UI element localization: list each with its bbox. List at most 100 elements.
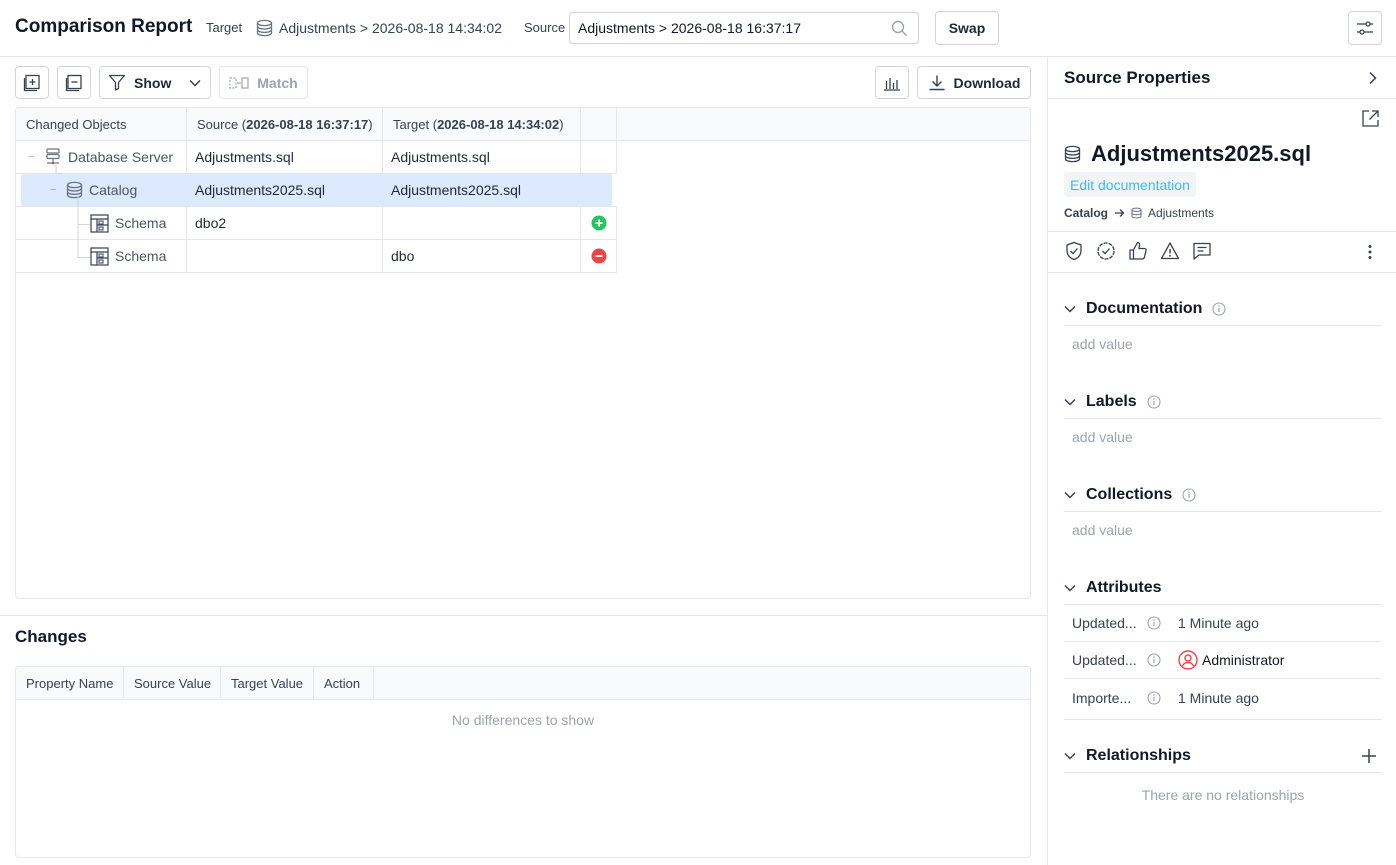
attribute-value-text: Administrator bbox=[1202, 652, 1285, 668]
search-icon[interactable] bbox=[891, 20, 908, 37]
info-icon[interactable] bbox=[1147, 394, 1161, 409]
column-status bbox=[581, 108, 617, 141]
labels-section: Labels add value bbox=[1064, 385, 1382, 445]
documentation-title: Documentation bbox=[1086, 299, 1203, 317]
column-source-value[interactable]: Source Value bbox=[124, 667, 221, 700]
swap-button[interactable]: Swap bbox=[935, 11, 999, 45]
database-icon bbox=[256, 19, 273, 37]
breadcrumb: Catalog Adjustments bbox=[1064, 206, 1214, 220]
breadcrumb-child[interactable]: Adjustments bbox=[1148, 206, 1214, 220]
chevron-down-icon bbox=[1064, 305, 1076, 313]
warning-icon[interactable] bbox=[1160, 241, 1180, 261]
target-value: Adjustments > 2026-08-18 14:34:02 bbox=[279, 20, 502, 36]
source-value: Adjustments > 2026-08-18 16:37:17 bbox=[578, 20, 801, 36]
column-property-name[interactable]: Property Name bbox=[16, 667, 124, 700]
add-value-placeholder[interactable]: add value bbox=[1064, 419, 1382, 445]
target-cell bbox=[383, 207, 581, 239]
target-selector[interactable]: Adjustments > 2026-08-18 14:34:02 bbox=[256, 18, 502, 38]
attributes-section: Attributes Updated... 1 Minute ago Updat… bbox=[1064, 571, 1382, 716]
info-icon[interactable] bbox=[1147, 690, 1161, 705]
attribute-row: Updated... Administrator bbox=[1064, 642, 1382, 679]
changes-header: Property Name Source Value Target Value … bbox=[16, 667, 1030, 700]
top-bar: Comparison Report Target Adjustments > 2… bbox=[0, 0, 1396, 57]
collapse-all-button[interactable] bbox=[57, 66, 91, 99]
add-plus-icon[interactable] bbox=[1362, 748, 1376, 763]
filter-icon bbox=[108, 74, 126, 91]
changed-objects-table: Changed Objects Source (2026-08-18 16:37… bbox=[15, 107, 1031, 599]
attribute-row: Updated... 1 Minute ago bbox=[1064, 605, 1382, 642]
labels-header[interactable]: Labels bbox=[1064, 385, 1382, 419]
chevron-down-icon bbox=[1064, 398, 1076, 406]
source-input[interactable]: Adjustments > 2026-08-18 16:37:17 bbox=[569, 12, 919, 44]
documentation-header[interactable]: Documentation bbox=[1064, 292, 1382, 326]
column-source[interactable]: Source (2026-08-18 16:37:17) bbox=[187, 108, 383, 141]
chevron-down-icon bbox=[1064, 491, 1076, 499]
expand-all-icon bbox=[23, 74, 41, 92]
collections-section: Collections add value bbox=[1064, 478, 1382, 538]
column-changed-objects[interactable]: Changed Objects bbox=[16, 108, 187, 141]
comment-icon[interactable] bbox=[1192, 241, 1212, 261]
info-icon[interactable] bbox=[1147, 653, 1161, 667]
column-target[interactable]: Target (2026-08-18 14:34:02) bbox=[383, 108, 581, 141]
info-icon[interactable] bbox=[1182, 487, 1196, 502]
relationships-header[interactable]: Relationships bbox=[1064, 739, 1382, 773]
documentation-section: Documentation add value bbox=[1064, 292, 1382, 352]
table-row[interactable]: Schema dbo bbox=[16, 240, 617, 273]
divider bbox=[1064, 719, 1382, 720]
info-icon[interactable] bbox=[1147, 616, 1161, 630]
add-value-placeholder[interactable]: add value bbox=[1064, 326, 1382, 352]
attribute-row: Importe... 1 Minute ago bbox=[1064, 679, 1382, 716]
expand-all-button[interactable] bbox=[15, 66, 49, 99]
verified-check-icon[interactable] bbox=[1096, 241, 1116, 261]
show-filter-dropdown[interactable]: Show bbox=[99, 66, 211, 99]
column-source-prefix: Source ( bbox=[197, 117, 247, 132]
thumbs-up-icon[interactable] bbox=[1128, 241, 1148, 261]
download-button[interactable]: Download bbox=[917, 66, 1031, 99]
chevron-right-icon[interactable] bbox=[1368, 71, 1378, 85]
target-cell: Adjustments.sql bbox=[383, 141, 581, 173]
collections-header[interactable]: Collections bbox=[1064, 478, 1382, 512]
breadcrumb-parent[interactable]: Catalog bbox=[1064, 206, 1108, 220]
add-value-placeholder[interactable]: add value bbox=[1064, 512, 1382, 538]
page-title: Comparison Report bbox=[15, 16, 193, 37]
attribute-key: Updated... bbox=[1072, 615, 1137, 631]
attributes-title: Attributes bbox=[1086, 578, 1162, 596]
divider bbox=[1048, 231, 1396, 232]
panel-header: Source Properties bbox=[1048, 57, 1396, 99]
info-icon[interactable] bbox=[1212, 301, 1227, 316]
object-actions bbox=[1064, 241, 1212, 261]
download-icon bbox=[928, 74, 946, 92]
swap-button-label: Swap bbox=[948, 20, 986, 36]
database-icon bbox=[1131, 207, 1142, 219]
match-button[interactable]: Match bbox=[219, 66, 308, 99]
added-plus-icon bbox=[591, 215, 607, 231]
attributes-header[interactable]: Attributes bbox=[1064, 571, 1382, 605]
open-external-icon[interactable] bbox=[1361, 109, 1380, 128]
tree-connector-lines bbox=[55, 163, 90, 258]
table-row-selected[interactable]: − Catalog Adjustments2025.sql Adjustment… bbox=[16, 174, 617, 207]
source-cell: Adjustments.sql bbox=[187, 141, 383, 173]
target-label: Target bbox=[206, 20, 243, 35]
column-target-value[interactable]: Target Value bbox=[221, 667, 314, 700]
column-target-date: 2026-08-18 14:34:02 bbox=[437, 117, 560, 132]
column-action[interactable]: Action bbox=[314, 667, 374, 700]
source-properties-panel: Source Properties Adjustments2025.sql Ed… bbox=[1048, 57, 1396, 865]
sliders-icon bbox=[1356, 20, 1374, 36]
shield-check-icon[interactable] bbox=[1064, 241, 1084, 261]
settings-sliders-button[interactable] bbox=[1348, 11, 1382, 45]
chart-button[interactable] bbox=[875, 66, 909, 99]
table-row[interactable]: − Database Server Adjustments.sql Adjust… bbox=[16, 141, 617, 174]
attribute-key: Importe... bbox=[1072, 689, 1132, 706]
collections-title: Collections bbox=[1086, 485, 1173, 503]
section-divider bbox=[0, 615, 1047, 616]
more-vertical-icon[interactable] bbox=[1368, 244, 1372, 260]
chevron-down-icon bbox=[1064, 584, 1076, 592]
column-source-suffix: ) bbox=[368, 117, 373, 132]
attribute-value[interactable]: Administrator bbox=[1178, 650, 1284, 670]
attribute-value: 1 Minute ago bbox=[1178, 689, 1259, 706]
relationships-section: Relationships bbox=[1064, 739, 1382, 773]
table-row[interactable]: Schema dbo2 bbox=[16, 207, 617, 240]
divider bbox=[1048, 272, 1396, 273]
edit-documentation-link[interactable]: Edit documentation bbox=[1064, 172, 1196, 197]
source-cell: Adjustments2025.sql bbox=[195, 182, 325, 198]
